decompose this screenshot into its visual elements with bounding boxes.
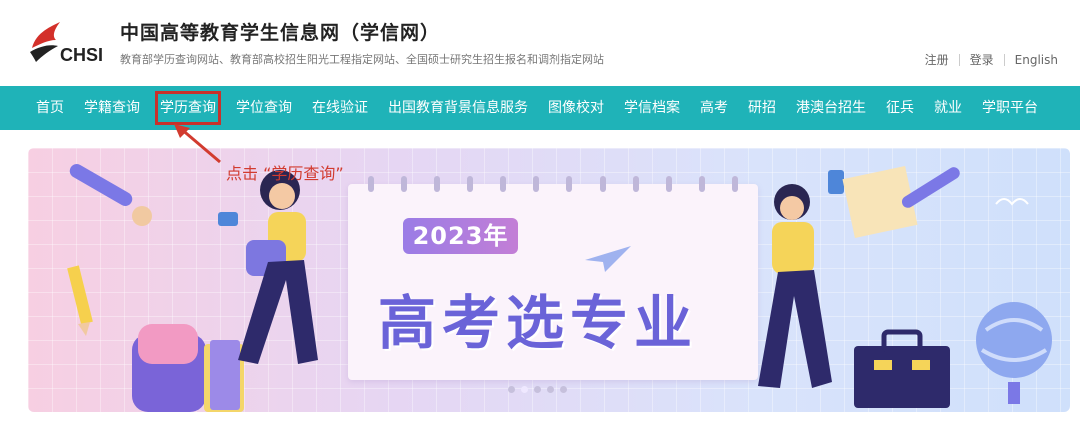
paintbrush-illustration: [69, 164, 152, 226]
nav-graduate[interactable]: 研招: [738, 86, 786, 130]
nav-home[interactable]: 首页: [26, 86, 74, 130]
nav-gaokao[interactable]: 高考: [690, 86, 738, 130]
bird-doodle-icon: [995, 198, 1029, 206]
site-header: CHSI 中国高等教育学生信息网（学信网） 教育部学历查询网站、教育部高校招生阳…: [0, 0, 1080, 86]
carousel-dot[interactable]: [547, 386, 554, 393]
main-nav: 首页 学籍查询 学历查询 学位查询 在线验证 出国教育背景信息服务 图像校对 学…: [0, 86, 1080, 130]
year-label: 2023年: [403, 218, 518, 254]
site-title: 中国高等教育学生信息网（学信网）: [120, 22, 441, 44]
nav-online-verify[interactable]: 在线验证: [302, 86, 378, 130]
notebook-illustration: [842, 166, 960, 238]
chsi-logo[interactable]: CHSI: [26, 18, 112, 68]
globe-illustration: [976, 302, 1052, 404]
site-subtitle: 教育部学历查询网站、教育部高校招生阳光工程指定网站、全国硕士研究生招生报名和调剂…: [120, 53, 604, 66]
nav-employment[interactable]: 就业: [924, 86, 972, 130]
carousel-dot[interactable]: [508, 386, 515, 393]
girl-illustration: [218, 170, 318, 364]
nav-image-check[interactable]: 图像校对: [538, 86, 614, 130]
logo-text: CHSI: [60, 45, 103, 65]
login-link[interactable]: 登录: [960, 51, 1004, 68]
paper-plane-icon: [585, 246, 631, 272]
nav-career-platform[interactable]: 学职平台: [972, 86, 1048, 130]
top-links: 注册 登录 English: [915, 51, 1068, 68]
nav-overseas-service[interactable]: 出国教育背景信息服务: [378, 86, 538, 130]
annotation-callout: 点击 “学历查询”: [226, 164, 344, 183]
nav-archive[interactable]: 学信档案: [614, 86, 690, 130]
carousel-dots: [508, 386, 567, 393]
carousel-dot[interactable]: [534, 386, 541, 393]
register-link[interactable]: 注册: [915, 51, 959, 68]
nav-hk-macau-tw[interactable]: 港澳台招生: [786, 86, 876, 130]
nav-conscription[interactable]: 征兵: [876, 86, 924, 130]
hero-banner[interactable]: 2023年 高考选专业: [28, 148, 1070, 412]
briefcase-illustration: [854, 329, 950, 408]
carousel-dot[interactable]: [521, 386, 528, 393]
english-link[interactable]: English: [1005, 53, 1068, 67]
annotation-arrow-icon: [174, 124, 221, 164]
carousel-dot[interactable]: [560, 386, 567, 393]
nav-enrollment-query[interactable]: 学籍查询: [74, 86, 150, 130]
nav-degree-query[interactable]: 学位查询: [226, 86, 302, 130]
board-rings: [368, 176, 738, 192]
pencil-illustration: [67, 265, 93, 336]
banner-headline: 高考选专业: [378, 289, 699, 357]
banner-board: 2023年 高考选专业: [348, 176, 758, 380]
